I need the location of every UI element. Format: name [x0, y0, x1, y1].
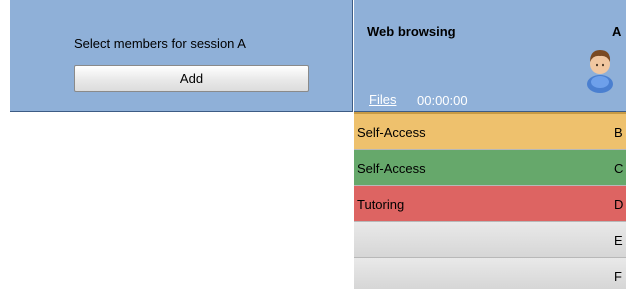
files-link[interactable]: Files — [369, 92, 396, 107]
session-letter: E — [614, 233, 623, 248]
member-selection-panel: Select members for session A Add — [10, 0, 353, 112]
session-timer: 00:00:00 — [417, 93, 468, 108]
session-activity-label: Self-Access — [357, 161, 426, 176]
session-letter: B — [614, 125, 623, 140]
session-row-c[interactable]: Self-Access C — [354, 150, 626, 186]
session-row-f[interactable]: F — [354, 258, 626, 289]
activity-name: Web browsing — [367, 24, 456, 39]
session-a-header[interactable]: Web browsing A Files 00:00:00 — [354, 0, 626, 112]
session-letter: C — [614, 161, 624, 176]
session-letter-a: A — [612, 24, 622, 39]
session-activity-label: Self-Access — [357, 125, 426, 140]
session-activity-label: Tutoring — [357, 197, 405, 212]
select-members-label: Select members for session A — [74, 36, 246, 51]
session-letter: F — [614, 269, 622, 284]
user-avatar-icon — [587, 50, 613, 93]
session-letter: D — [614, 197, 624, 212]
session-list: Self-Access B Self-Access C Tutoring D E… — [354, 112, 626, 289]
add-button[interactable]: Add — [74, 65, 309, 92]
session-row-d[interactable]: Tutoring D — [354, 186, 626, 222]
session-row-e[interactable]: E — [354, 222, 626, 258]
session-row-b[interactable]: Self-Access B — [354, 112, 626, 150]
